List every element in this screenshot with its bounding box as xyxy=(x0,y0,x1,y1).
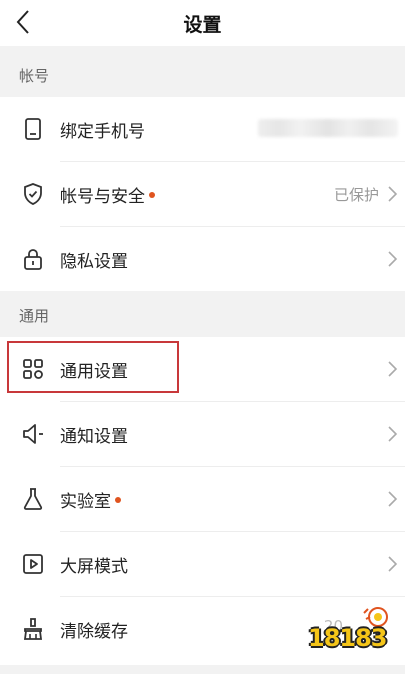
phone-icon xyxy=(25,118,41,140)
security-status: 已保护 xyxy=(333,186,379,204)
flask-icon xyxy=(23,488,43,510)
chevron-right-icon xyxy=(388,426,398,442)
bind-phone-label: 绑定手机号 xyxy=(60,122,145,142)
chevron-right-icon xyxy=(388,361,398,377)
big-screen-row[interactable]: 大屏模式 xyxy=(0,532,405,597)
play-icon xyxy=(23,554,43,574)
notification-dot xyxy=(149,192,155,198)
account-security-text: 帐号与安全 xyxy=(60,187,145,207)
phone-number-blurred xyxy=(258,119,398,137)
section-title-account: 帐号 xyxy=(19,67,50,85)
page-title: 设置 xyxy=(183,14,222,36)
chevron-right-icon xyxy=(388,251,398,267)
big-screen-label: 大屏模式 xyxy=(60,557,128,577)
notification-dot xyxy=(115,497,121,503)
chevron-right-icon xyxy=(388,556,398,572)
clear-cache-label: 清除缓存 xyxy=(60,622,128,642)
account-security-row[interactable]: 帐号与安全 已保护 xyxy=(0,162,405,227)
lab-label: 实验室 xyxy=(60,487,121,512)
privacy-label: 隐私设置 xyxy=(60,252,128,272)
lock-icon xyxy=(24,249,42,270)
chevron-right-icon xyxy=(388,186,398,202)
notification-settings-label: 通知设置 xyxy=(60,427,128,447)
notification-settings-row[interactable]: 通知设置 xyxy=(0,402,405,467)
chevron-right-icon xyxy=(388,491,398,507)
privacy-row[interactable]: 隐私设置 xyxy=(0,227,405,291)
account-security-label: 帐号与安全 xyxy=(60,182,155,207)
highlight-box xyxy=(7,341,179,393)
top-bar: 设置 xyxy=(0,0,405,46)
lab-text: 实验室 xyxy=(60,492,111,512)
section-title-general: 通用 xyxy=(19,307,50,325)
watermark-text: 18183 xyxy=(308,624,387,652)
shield-icon xyxy=(24,183,42,205)
speaker-icon xyxy=(23,424,43,444)
lab-row[interactable]: 实验室 xyxy=(0,467,405,532)
broom-icon xyxy=(23,618,43,640)
bind-phone-row[interactable]: 绑定手机号 xyxy=(0,97,405,162)
